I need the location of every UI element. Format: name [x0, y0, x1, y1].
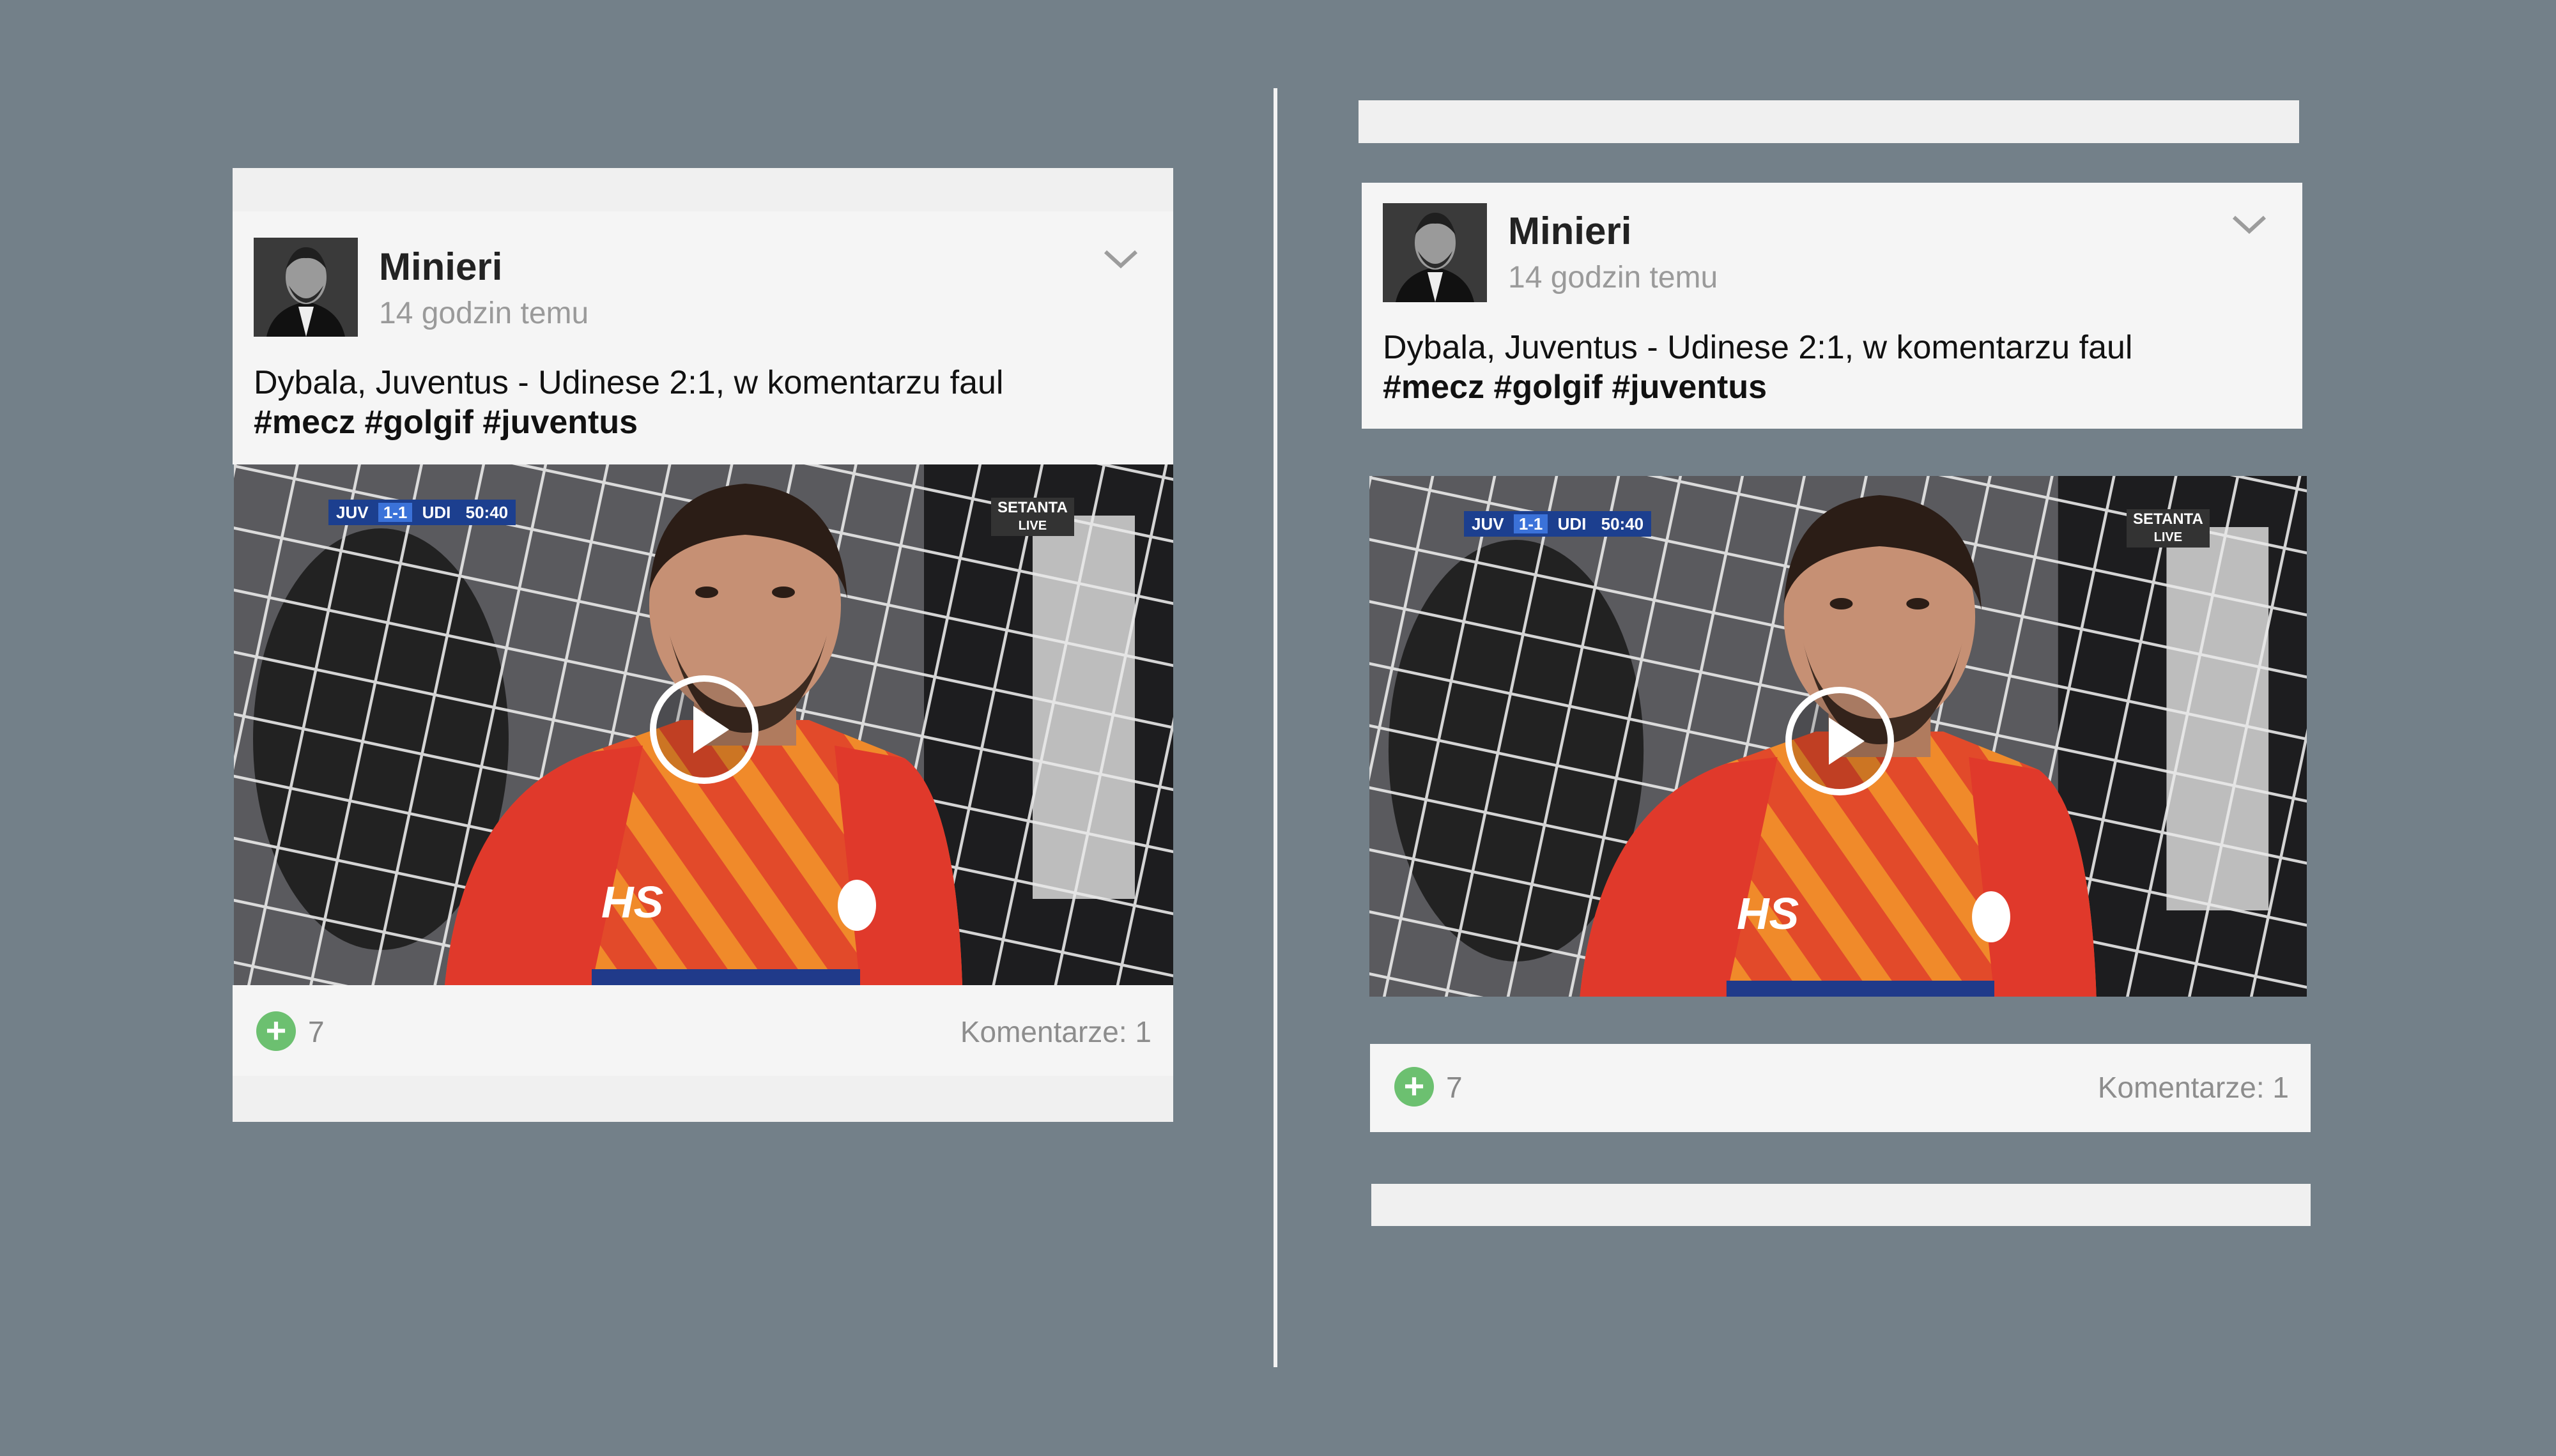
card-bottom-strip: [1371, 1184, 2311, 1226]
plus-icon[interactable]: +: [1394, 1067, 1434, 1107]
card-top-strip: [233, 168, 1173, 211]
shirt-sponsor: HS: [601, 877, 664, 927]
video-thumbnail[interactable]: JUV 1-1 UDI 50:40 SETANTA LIVE HS: [1369, 476, 2307, 997]
card-top-strip: [1359, 100, 2299, 143]
card-bottom-strip: [233, 1076, 1173, 1122]
video-thumbnail[interactable]: JUV 1-1 UDI 50:40 SETANTA LIVE HS: [234, 464, 1173, 985]
score-bug: JUV 1-1 UDI 50:40: [328, 500, 516, 525]
avatar-portrait: [254, 238, 358, 337]
score-bug: JUV 1-1 UDI 50:40: [1464, 511, 1652, 537]
plus-icon[interactable]: +: [256, 1011, 296, 1051]
plus-count: 7: [308, 1015, 325, 1048]
comments-link[interactable]: Komentarze: 1: [818, 1017, 1151, 1046]
post-text: Dybala, Juventus - Udinese 2:1, w koment…: [1383, 328, 2132, 407]
post-title: Dybala, Juventus - Udinese 2:1, w koment…: [254, 364, 1004, 401]
avatar[interactable]: [1383, 203, 1487, 302]
post-time: 14 godzin temu: [1508, 261, 1718, 295]
post-time: 14 godzin temu: [379, 296, 589, 330]
broadcaster-logo: SETANTA LIVE: [2127, 509, 2210, 548]
avatar[interactable]: [254, 238, 358, 337]
comments-link[interactable]: Komentarze: 1: [1955, 1073, 2289, 1102]
play-icon[interactable]: [650, 675, 758, 784]
broadcaster-logo: SETANTA LIVE: [991, 498, 1074, 536]
post-author[interactable]: Minieri: [379, 248, 502, 286]
plus-count: 7: [1446, 1071, 1463, 1104]
shirt-sponsor: HS: [1737, 889, 1799, 939]
post-hashtags[interactable]: #mecz #golgif #juventus: [1383, 367, 2132, 407]
post-title: Dybala, Juventus - Udinese 2:1, w koment…: [1383, 329, 2133, 366]
play-icon[interactable]: [1785, 687, 1894, 795]
chevron-down-icon[interactable]: [2230, 212, 2268, 238]
comparison-divider: [1274, 88, 1277, 1367]
post-author[interactable]: Minieri: [1508, 212, 1631, 250]
chevron-down-icon[interactable]: [1102, 247, 1140, 272]
post-text: Dybala, Juventus - Udinese 2:1, w koment…: [254, 363, 1003, 442]
avatar-portrait: [1383, 203, 1487, 302]
post-hashtags[interactable]: #mecz #golgif #juventus: [254, 402, 1003, 442]
